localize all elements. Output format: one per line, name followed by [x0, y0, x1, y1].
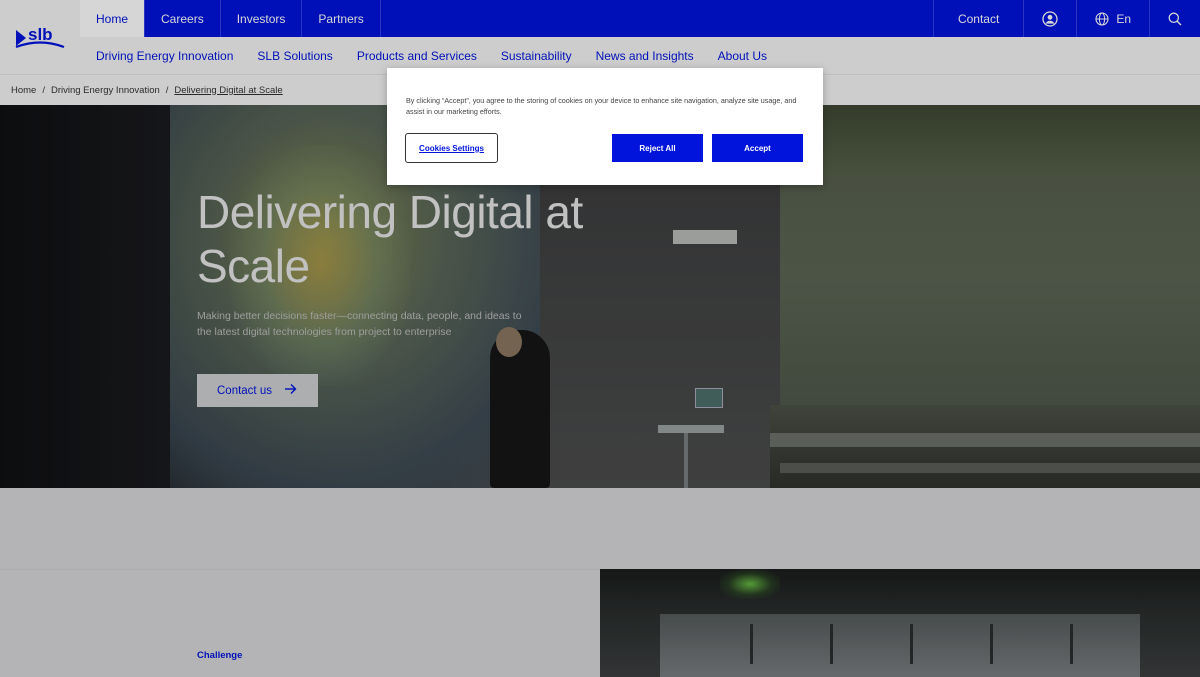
- accept-button[interactable]: Accept: [712, 134, 803, 162]
- cookies-settings-button[interactable]: Cookies Settings: [405, 133, 498, 163]
- cookie-consent-text: By clicking “Accept”, you agree to the s…: [406, 96, 797, 116]
- cookie-consent-dialog: By clicking “Accept”, you agree to the s…: [387, 68, 823, 185]
- reject-all-button[interactable]: Reject All: [612, 134, 703, 162]
